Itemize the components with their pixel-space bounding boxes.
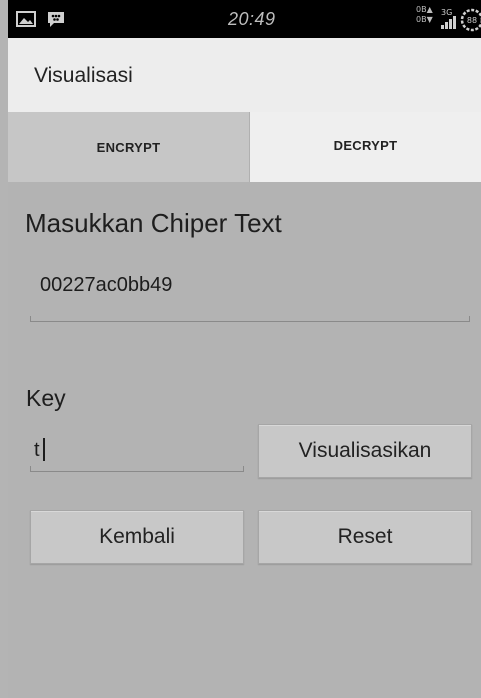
data-activity-indicator: 0B▲ 0B▼ (416, 5, 433, 25)
battery-icon: 88 (460, 8, 481, 37)
cipher-text-input[interactable]: 00227ac0bb49 (30, 262, 470, 322)
key-input[interactable]: t (30, 430, 244, 472)
key-label: Key (26, 385, 66, 411)
data-down: 0B▼ (416, 15, 433, 24)
battery-level: 88 (467, 16, 477, 25)
tab-bar: ENCRYPT DECRYPT (8, 112, 481, 182)
cipher-text-value: 00227ac0bb49 (40, 274, 173, 296)
tab-encrypt[interactable]: ENCRYPT (8, 112, 250, 182)
reset-button[interactable]: Reset (258, 510, 472, 564)
action-bar: Visualisasi (8, 38, 481, 112)
gallery-icon (16, 11, 36, 27)
data-up: 0B▲ (416, 5, 433, 14)
text-cursor (43, 438, 45, 461)
input-underline (30, 466, 244, 472)
bbm-icon (46, 11, 66, 27)
decrypt-form: Masukkan Chiper Text 00227ac0bb49 Key t … (8, 182, 481, 698)
network-type: 3G (441, 8, 452, 17)
input-underline (30, 316, 470, 322)
back-button[interactable]: Kembali (30, 510, 244, 564)
status-bar: 20:49 0B▲ 0B▼ 3G 88 (8, 0, 481, 38)
signal-icon: 3G (440, 7, 458, 36)
tab-decrypt[interactable]: DECRYPT (250, 112, 481, 182)
key-value: t (34, 439, 40, 461)
visualize-button[interactable]: Visualisasikan (258, 424, 472, 478)
phone-screen: 20:49 0B▲ 0B▼ 3G 88 Visualisasi ENCRYPT … (0, 0, 481, 698)
status-time: 20:49 (228, 9, 276, 29)
cipher-text-heading: Masukkan Chiper Text (25, 208, 282, 238)
app-title: Visualisasi (34, 64, 133, 87)
